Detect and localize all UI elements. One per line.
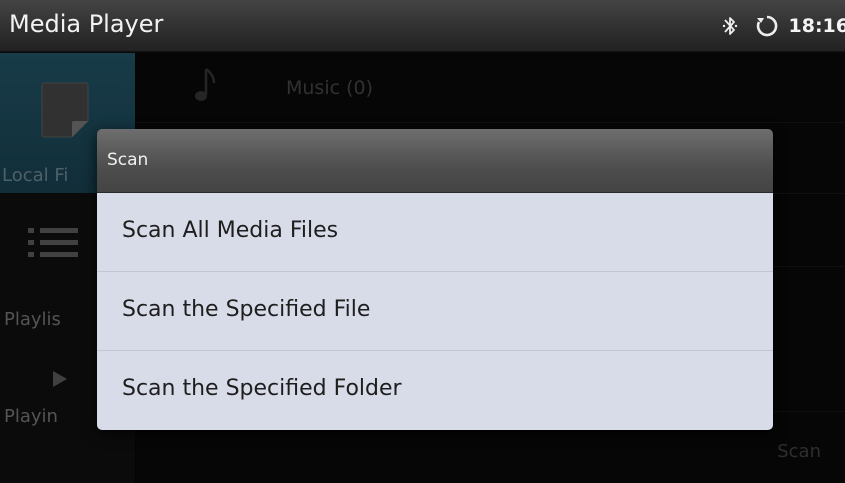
dialog-header: Scan (97, 129, 773, 193)
clock: 18:16 (788, 15, 845, 37)
dialog-options: Scan All Media Files Scan the Specified … (97, 193, 773, 430)
app-title: Media Player (9, 10, 164, 38)
status-bar: Media Player 18:16 (0, 0, 845, 52)
scan-all-media-option[interactable]: Scan All Media Files (97, 193, 773, 272)
option-label: Scan the Specified File (122, 297, 371, 322)
scan-specified-folder-option[interactable]: Scan the Specified Folder (97, 351, 773, 430)
status-icons: 18:16 (721, 0, 845, 52)
sync-icon (756, 15, 777, 37)
bluetooth-icon (722, 17, 737, 35)
scan-dialog: Scan Scan All Media Files Scan the Speci… (97, 129, 773, 430)
option-label: Scan the Specified Folder (122, 376, 402, 401)
option-label: Scan All Media Files (122, 218, 339, 243)
dialog-title: Scan (107, 150, 149, 170)
scan-specified-file-option[interactable]: Scan the Specified File (97, 272, 773, 351)
